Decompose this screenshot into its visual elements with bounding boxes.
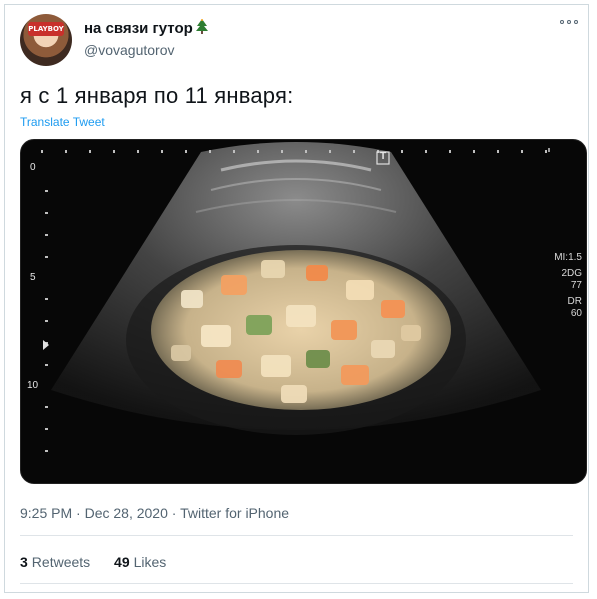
display-name[interactable]: на связи гутор xyxy=(84,19,209,37)
retweets-count: 3 xyxy=(20,554,28,570)
marker-label: T xyxy=(380,151,387,162)
translate-tweet-link[interactable]: Translate Tweet xyxy=(20,115,105,129)
display-name-text[interactable]: на связи гутор xyxy=(84,20,193,37)
tweet-image[interactable]: 0 5 10 T MI:1.5 2DG 77 DR 60 xyxy=(20,139,587,484)
tweet-card: PLAYBOY на связи гутор @vovagutorov я с … xyxy=(4,4,589,593)
tweet-time[interactable]: 9:25 PM xyxy=(20,505,72,521)
retweets-stat[interactable]: 3 Retweets xyxy=(20,554,90,570)
param-dr-value: 60 xyxy=(570,308,582,319)
separator-dot: · xyxy=(171,505,181,521)
param-2dg: 2DG xyxy=(561,268,582,279)
christmas-tree-icon xyxy=(195,19,209,35)
likes-stat[interactable]: 49 Likes xyxy=(114,554,166,570)
ultrasound-params: MI:1.5 2DG 77 DR 60 xyxy=(536,252,582,320)
user-handle[interactable]: @vovagutorov xyxy=(84,42,174,58)
likes-label: Likes xyxy=(133,554,167,570)
param-dr: DR xyxy=(567,296,582,307)
avatar-caption: PLAYBOY xyxy=(28,22,64,36)
param-2dg-value: 77 xyxy=(570,280,582,291)
avatar[interactable]: PLAYBOY xyxy=(20,14,72,66)
tweet-stats: 3 Retweets 49 Likes xyxy=(20,554,186,570)
depth-label-0: 0 xyxy=(30,162,36,173)
retweets-label: Retweets xyxy=(31,554,91,570)
separator-dot: · xyxy=(76,505,85,521)
likes-count: 49 xyxy=(114,554,130,570)
depth-label-5: 5 xyxy=(30,272,36,283)
divider xyxy=(20,535,573,536)
depth-label-10: 10 xyxy=(27,380,39,391)
tweet-timestamp[interactable]: 9:25 PM · Dec 28, 2020 · Twitter for iPh… xyxy=(20,505,289,521)
param-mi: MI:1.5 xyxy=(554,252,582,263)
more-options-icon[interactable] xyxy=(560,17,582,27)
divider xyxy=(20,583,573,584)
ultrasound-scale xyxy=(41,150,547,452)
tweet-source[interactable]: Twitter for iPhone xyxy=(180,505,289,521)
tweet-text: я с 1 января по 11 января: xyxy=(20,83,294,108)
tweet-date[interactable]: Dec 28, 2020 xyxy=(85,505,168,521)
